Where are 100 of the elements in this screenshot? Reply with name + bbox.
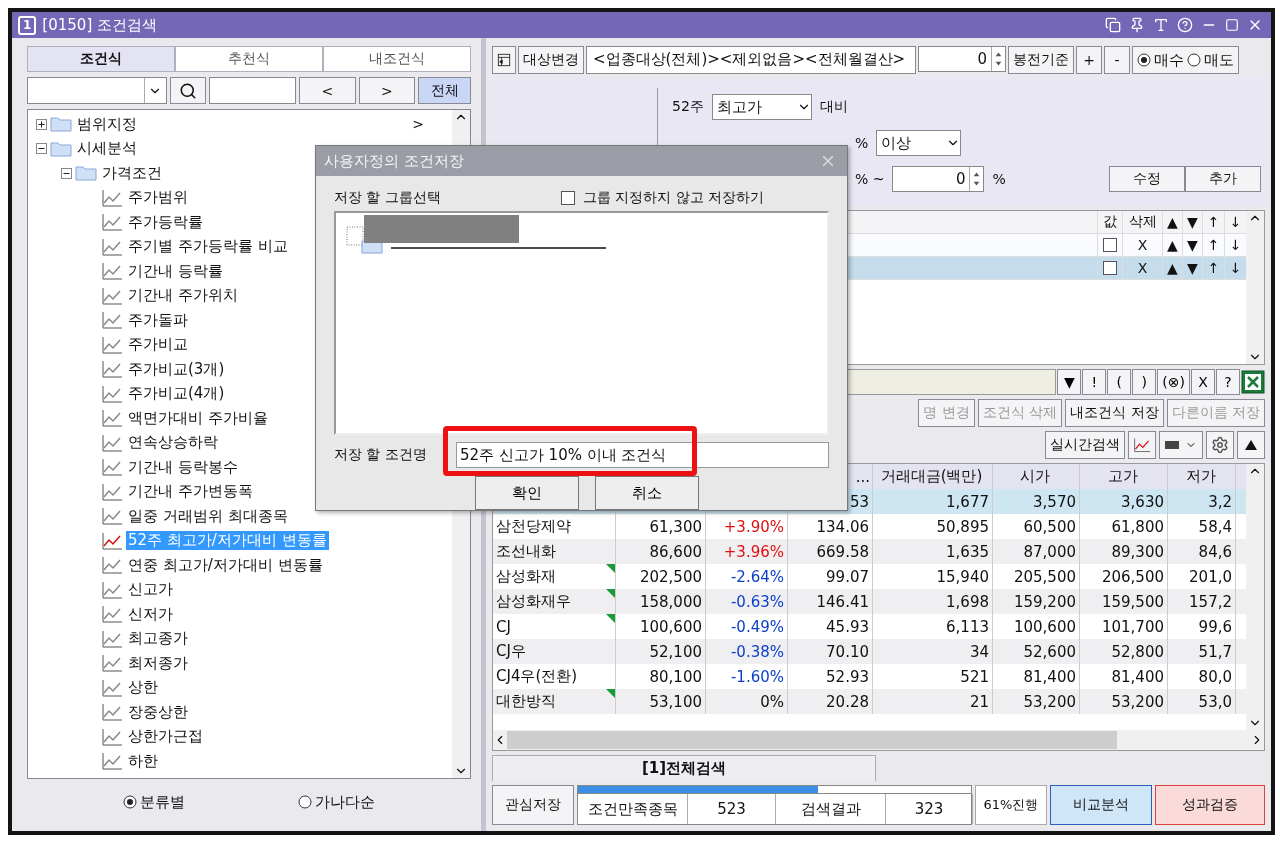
radio-label[interactable]: 분류별: [140, 792, 186, 812]
move-down-button[interactable]: ▼: [1182, 257, 1202, 279]
move-top-button[interactable]: ↑: [1202, 234, 1224, 256]
spreadsheet-icon[interactable]: [1241, 369, 1265, 395]
radio-label[interactable]: 가나다순: [314, 792, 375, 812]
action-button[interactable]: 내조건식 저장: [1065, 399, 1164, 427]
search-button[interactable]: [169, 77, 206, 104]
basis-button[interactable]: 봉전기준: [1008, 46, 1074, 74]
save-interest-button[interactable]: 관심저장: [492, 785, 574, 825]
collapse-button[interactable]: [1237, 431, 1265, 459]
table-row[interactable]: CJ우 52,100 -0.38% 70.10 34 52,600 52,800 51,7: [493, 639, 1246, 664]
table-row[interactable]: 삼성화재우 158,000 -0.63% 146.41 1,698 159,200 159,500 157,2: [493, 589, 1246, 614]
move-up-button[interactable]: ▲: [1162, 257, 1182, 279]
operator-select[interactable]: 이상: [876, 130, 962, 156]
settings-icon[interactable]: [1211, 436, 1229, 454]
tree-item[interactable]: 신고가: [126, 580, 175, 600]
panel-icon[interactable]: [497, 52, 511, 68]
tree-item[interactable]: 가격조건: [100, 163, 164, 183]
delete-button[interactable]: X: [1122, 257, 1162, 279]
tab[interactable]: 추천식: [175, 46, 323, 72]
search-field[interactable]: [208, 77, 297, 104]
tree-item[interactable]: 상한: [126, 678, 160, 698]
tree-item[interactable]: 주가범위: [126, 188, 190, 208]
help-icon[interactable]: [1177, 17, 1193, 33]
tree-item[interactable]: 장중상한: [126, 702, 190, 722]
dialog-button[interactable]: 취소: [594, 476, 699, 510]
range-spinner[interactable]: 0: [892, 166, 985, 192]
verify-button[interactable]: 성과검증: [1155, 785, 1265, 825]
search-icon[interactable]: [178, 81, 197, 100]
operator-button[interactable]: (: [1107, 369, 1132, 395]
next-button[interactable]: >: [358, 77, 416, 104]
target-change-button[interactable]: 대상변경: [518, 46, 584, 74]
radio-label[interactable]: 매수: [1154, 50, 1184, 70]
tab[interactable]: 내조건식: [323, 46, 471, 72]
tree-item[interactable]: 주가돌파: [126, 310, 190, 330]
window-icon[interactable]: [1105, 17, 1121, 33]
plus-button[interactable]: +: [1076, 46, 1102, 74]
pin-icon[interactable]: [1129, 17, 1145, 33]
tree-item[interactable]: 연중 최고가/저가대비 변동률: [126, 555, 325, 575]
text-icon[interactable]: [1153, 17, 1169, 33]
operator-button[interactable]: ): [1132, 369, 1157, 395]
editor-button[interactable]: 수정: [1109, 166, 1185, 192]
operator-button[interactable]: !: [1082, 369, 1107, 395]
tree-arrow[interactable]: >: [412, 116, 424, 133]
tree-item[interactable]: 최저종가: [126, 653, 190, 673]
tree-item[interactable]: 기간내 등락봉수: [126, 457, 240, 477]
expand-icon[interactable]: [36, 118, 47, 130]
collapse-icon[interactable]: [36, 143, 47, 155]
scrollbar[interactable]: [1246, 211, 1264, 364]
horizontal-scrollbar[interactable]: [493, 730, 1264, 750]
all-button[interactable]: 전체: [418, 77, 471, 104]
operator-button[interactable]: ▼: [1057, 369, 1082, 395]
checkbox[interactable]: [1103, 238, 1117, 252]
tab[interactable]: 조건식: [27, 46, 175, 72]
tree-item[interactable]: 일중 거래범위 최대종목: [126, 506, 290, 526]
name-input[interactable]: 52주 신고가 10% 이내 조건식: [456, 442, 829, 468]
tree-item[interactable]: 시세분석: [75, 139, 139, 159]
panel-toggle-button[interactable]: [492, 46, 516, 74]
checkbox[interactable]: [1103, 261, 1117, 275]
dialog-button[interactable]: 확인: [474, 476, 579, 510]
realtime-search-button[interactable]: 실시간검색: [1045, 431, 1125, 459]
radio-icon[interactable]: [1187, 53, 1201, 67]
tree-item[interactable]: 범위지정: [75, 114, 139, 134]
chart-button[interactable]: [1128, 431, 1156, 459]
tree-item[interactable]: 주가비교(4개): [126, 384, 227, 404]
operator-button[interactable]: X: [1191, 369, 1215, 395]
operator-button[interactable]: (⊗): [1157, 369, 1190, 395]
group-tree[interactable]: [334, 211, 829, 435]
compare-button[interactable]: 비교분석: [1050, 785, 1152, 825]
scrollbar[interactable]: [1246, 464, 1264, 730]
table-row[interactable]: 조선내화 86,600 +3.96% 669.58 1,635 87,000 89,300 84,6: [493, 539, 1246, 564]
tree-item[interactable]: 주가비교: [126, 335, 190, 355]
radio-icon[interactable]: [297, 795, 312, 809]
tree-item[interactable]: 기간내 주가위치: [126, 286, 240, 306]
minus-button[interactable]: -: [1104, 46, 1130, 74]
tree-item[interactable]: 연속상승하락: [126, 433, 220, 453]
prev-button[interactable]: <: [299, 77, 356, 104]
radio-icon[interactable]: [123, 795, 138, 809]
operator-button[interactable]: ?: [1216, 369, 1240, 395]
move-up-button[interactable]: ▲: [1162, 234, 1182, 256]
move-top-button[interactable]: ↑: [1202, 257, 1224, 279]
tree-item[interactable]: 기간내 등락률: [126, 261, 225, 281]
tree-item[interactable]: 하한: [126, 751, 160, 771]
tree-item[interactable]: 신저가: [126, 604, 175, 624]
radio-label[interactable]: 매도: [1204, 50, 1234, 70]
price-select[interactable]: 최고가: [711, 94, 812, 120]
radio-icon[interactable]: [1137, 53, 1151, 67]
tree-item[interactable]: 상한가근접: [126, 727, 205, 747]
count-spinner[interactable]: 0: [918, 46, 1006, 72]
move-down-button[interactable]: ▼: [1182, 234, 1202, 256]
table-row[interactable]: 대한방직 53,100 0% 20.28 21 53,200 53,200 53,0: [493, 689, 1246, 714]
tree-item[interactable]: 최고종가: [126, 629, 190, 649]
editor-button[interactable]: 추가: [1185, 166, 1261, 192]
target-field[interactable]: <업종대상(전체)><제외없음><전체월결산>: [586, 46, 916, 74]
tree-item[interactable]: 기간내 주가변동폭: [126, 482, 255, 502]
triangle-up-icon[interactable]: [1245, 440, 1257, 450]
delete-button[interactable]: X: [1122, 234, 1162, 256]
maximize-icon[interactable]: [1225, 18, 1239, 32]
settings-button[interactable]: [1206, 431, 1234, 459]
tree-item[interactable]: 주기별 주가등락률 비교: [126, 237, 290, 257]
